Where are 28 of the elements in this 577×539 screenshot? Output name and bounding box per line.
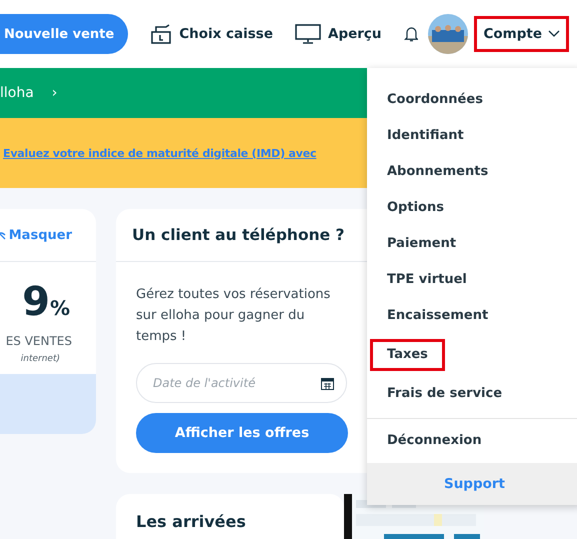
menu-item[interactable]: Identifiant (387, 118, 464, 154)
menu-item[interactable]: Encaissement (387, 298, 488, 334)
chevron-icon (548, 30, 560, 38)
menu-item[interactable]: Coordonnées (387, 82, 483, 118)
calendar-icon (321, 377, 334, 390)
hide-link[interactable]: Masquer (0, 228, 72, 242)
menu-item[interactable]: Paiement (387, 226, 456, 262)
menu-item[interactable]: Abonnements (387, 154, 488, 190)
preview-button[interactable]: Aperçu (295, 24, 382, 44)
menu-item[interactable]: Frais de service (387, 376, 502, 412)
menu-item[interactable]: TPE virtuel (387, 262, 467, 298)
banner-text: lloha (0, 85, 34, 101)
stat-note: internet) (20, 354, 60, 364)
menu-item[interactable]: Taxes (370, 339, 445, 371)
stat-value: 9% (22, 280, 70, 327)
cash-register-icon (150, 24, 172, 44)
menu-item[interactable]: Options (387, 190, 444, 226)
logout-item[interactable]: Déconnexion (387, 419, 482, 463)
account-button[interactable]: Compte (474, 16, 569, 52)
new-sale-button[interactable]: Nouvelle vente (0, 14, 128, 54)
show-offers-button[interactable]: Afficher les offres (136, 413, 348, 453)
stat-label: ES VENTES (6, 334, 72, 348)
date-field[interactable]: Date de l'activité (136, 363, 347, 403)
register-button[interactable]: Choix caisse (150, 24, 273, 44)
monitor-icon (295, 24, 321, 44)
card-title: Les arrivées (136, 512, 246, 531)
card-text: Gérez toutes vos réservations sur elloha pour gagner du temps ! (136, 286, 332, 346)
card-title: Un client au téléphone ? (132, 226, 345, 244)
